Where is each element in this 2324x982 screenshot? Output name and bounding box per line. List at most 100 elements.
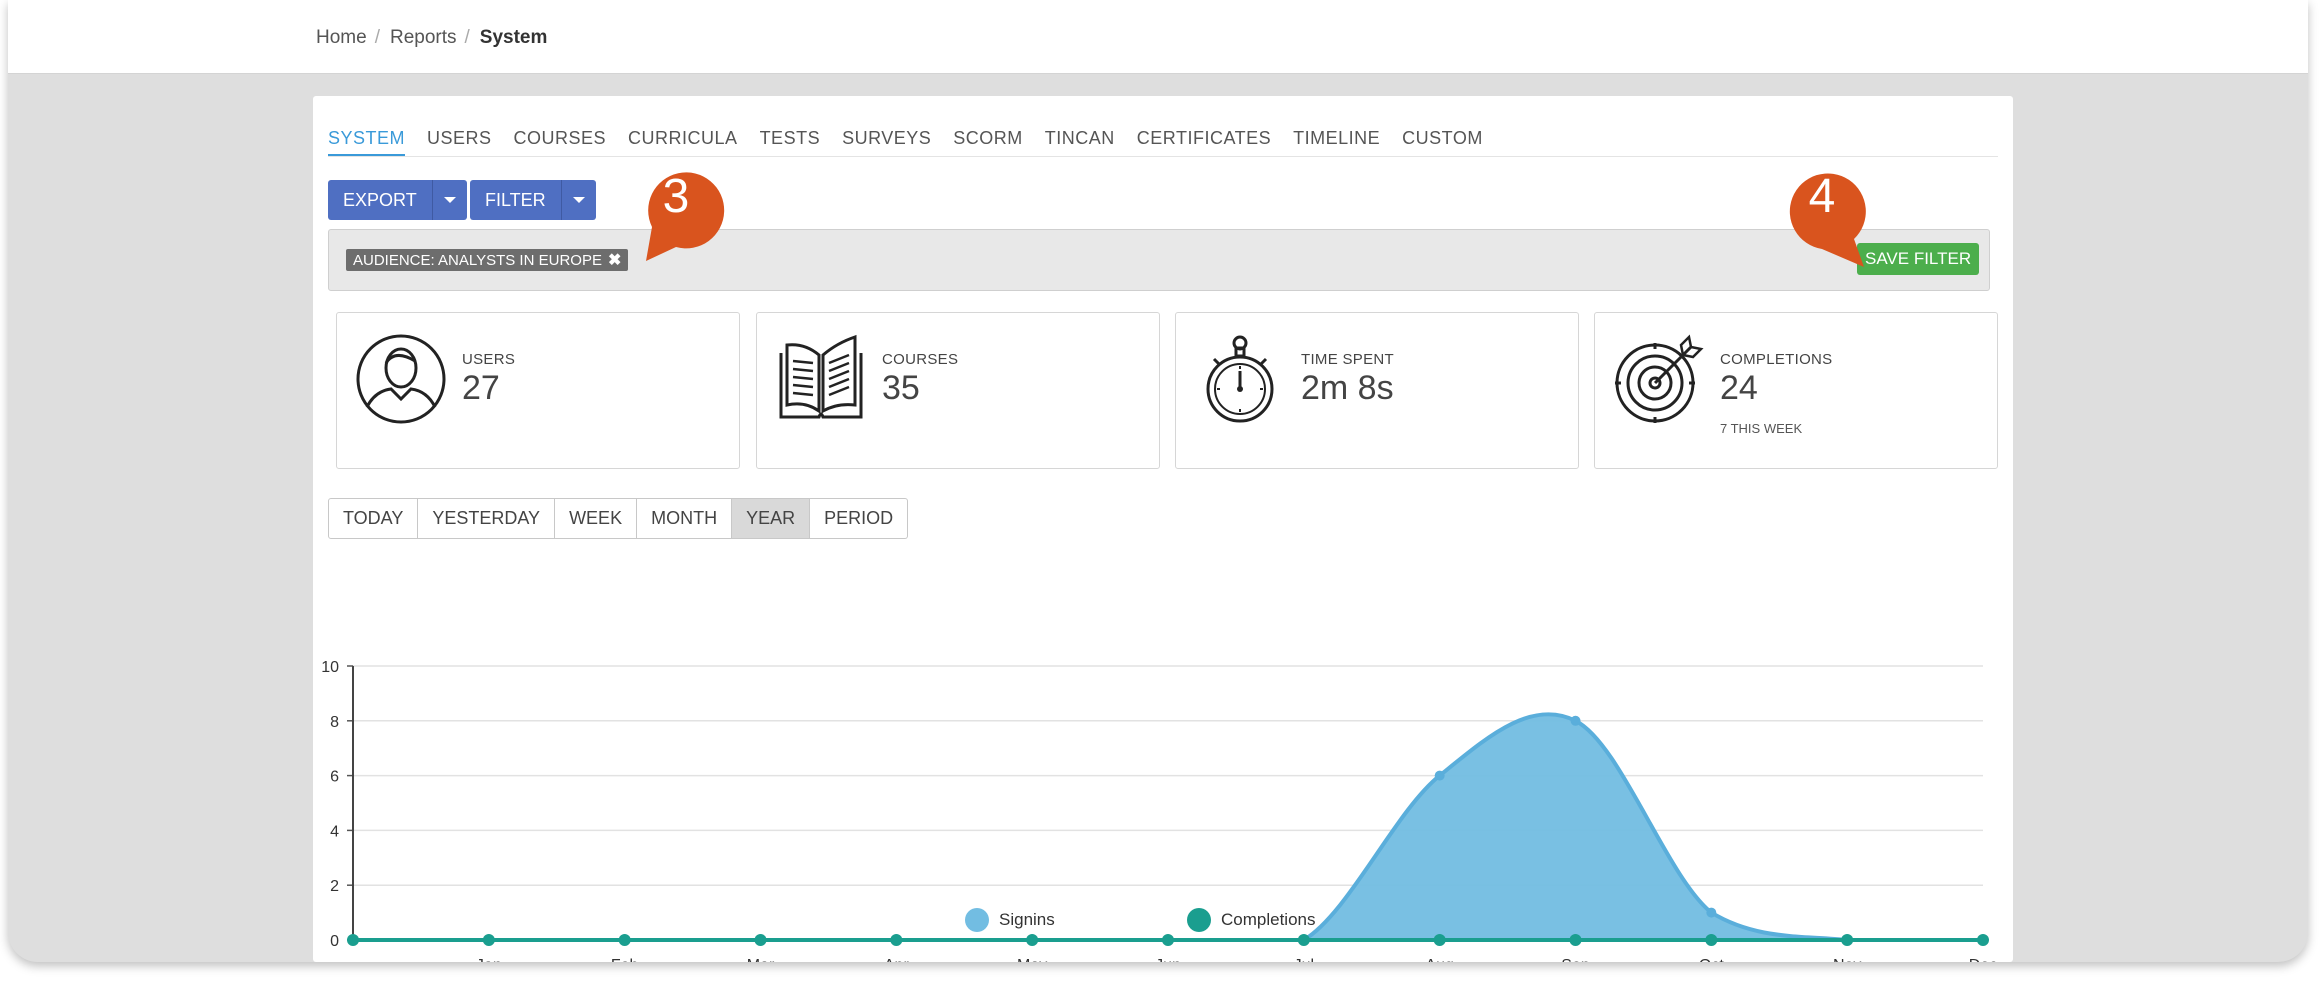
tab-scorm[interactable]: SCORM	[953, 128, 1023, 156]
signins-point	[1570, 715, 1581, 726]
signins-line	[352, 712, 1983, 942]
signins-legend-swatch	[965, 908, 989, 932]
y-tick-label: 4	[330, 823, 339, 840]
completions-point	[1977, 934, 1989, 946]
users-stat-value: 27	[462, 369, 500, 407]
breadcrumb-home[interactable]: Home	[316, 27, 367, 49]
filter-button-group: FILTER	[470, 180, 596, 220]
y-tick-label: 0	[330, 933, 339, 950]
completions-point	[1026, 934, 1039, 946]
completions-point	[1162, 934, 1174, 946]
activity-chart: 0 2 4 6 8 10 Jan Feb Mar Apr May Jun Jul Aug Sep Oct Nov…	[321, 659, 1997, 962]
export-dropdown-toggle[interactable]	[431, 180, 467, 220]
users-stat-card: USERS 27	[336, 312, 740, 469]
completions-stat-value: 24	[1720, 369, 1758, 407]
time-spent-stat-value: 2m 8s	[1301, 369, 1394, 407]
tab-system[interactable]: SYSTEM	[328, 128, 406, 156]
tab-custom[interactable]: CUSTOM	[1402, 128, 1483, 156]
book-icon	[779, 334, 863, 419]
callout-marker-4: 4	[1789, 170, 1866, 267]
callout-number-4: 4	[1809, 170, 1836, 223]
user-icon	[356, 334, 446, 424]
completions-week-note: 7 THIS WEEK	[1720, 421, 1803, 436]
completions-legend-swatch	[1187, 908, 1211, 932]
x-tick-label: Dec	[1969, 957, 1997, 962]
report-panel: SYSTEM USERS COURSES CURRICULA TESTS SUR…	[313, 96, 2013, 962]
tab-timeline[interactable]: TIMELINE	[1293, 128, 1380, 156]
completions-point	[1705, 934, 1718, 946]
tab-courses[interactable]: COURSES	[514, 128, 607, 156]
stopwatch-icon	[1206, 335, 1274, 423]
x-tick-label: Sep	[1561, 957, 1590, 962]
breadcrumb: Home / Reports / System	[316, 27, 548, 49]
completions-point	[754, 934, 767, 946]
signins-point	[1434, 770, 1445, 781]
range-week-button[interactable]: WEEK	[555, 498, 638, 539]
tab-users[interactable]: USERS	[427, 128, 492, 156]
target-icon	[1615, 334, 1704, 423]
range-today-button[interactable]: TODAY	[328, 498, 419, 539]
completions-point	[1433, 934, 1446, 946]
completions-stat-label: COMPLETIONS	[1720, 351, 1833, 368]
completions-stat-card: COMPLETIONS 24 7 THIS WEEK	[1594, 312, 1998, 469]
x-tick-label: Mar	[747, 957, 775, 962]
y-tick-label: 10	[321, 659, 339, 676]
x-tick-label: Feb	[611, 957, 639, 962]
filter-chip: AUDIENCE: ANALYSTS IN EUROPE ✖	[346, 249, 629, 271]
filter-chip-label: AUDIENCE: ANALYSTS IN EUROPE	[353, 251, 602, 269]
signins-legend-label: Signins	[999, 910, 1055, 929]
range-yesterday-button[interactable]: YESTERDAY	[418, 498, 556, 539]
signins-point	[1706, 907, 1717, 918]
tab-surveys[interactable]: SURVEYS	[842, 128, 931, 156]
y-tick-label: 6	[330, 769, 339, 786]
tab-tests[interactable]: TESTS	[760, 128, 821, 156]
x-tick-label: Apr	[884, 957, 910, 962]
completions-point	[618, 934, 631, 946]
legend-completions[interactable]: Completions	[1187, 908, 1316, 932]
tab-curricula[interactable]: CURRICULA	[628, 128, 738, 156]
filter-button[interactable]: FILTER	[470, 180, 561, 220]
range-month-button[interactable]: MONTH	[637, 498, 733, 539]
active-filters-bar: AUDIENCE: ANALYSTS IN EUROPE ✖ SAVE FILT…	[328, 229, 1990, 291]
x-tick-label: Oct	[1699, 957, 1724, 962]
report-tabs: SYSTEM USERS COURSES CURRICULA TESTS SUR…	[328, 128, 1483, 156]
export-button-group: EXPORT	[328, 180, 467, 220]
courses-stat-card: COURSES 35	[756, 312, 1160, 469]
top-bar: Home / Reports / System	[8, 0, 2308, 74]
app-frame: Home / Reports / System SYSTEM USERS COURSES…	[8, 0, 2308, 962]
completions-point	[1297, 934, 1310, 946]
completions-point	[1841, 934, 1854, 946]
callout-number-3: 3	[663, 170, 690, 223]
x-tick-label: Aug	[1425, 957, 1453, 962]
callout-marker-3: 3	[646, 170, 725, 261]
tabs-divider	[328, 156, 1998, 157]
y-tick-label: 2	[330, 878, 339, 895]
x-tick-label: Jul	[1294, 957, 1314, 962]
legend-signins[interactable]: Signins	[965, 908, 1055, 932]
filter-dropdown-toggle[interactable]	[560, 180, 596, 220]
tab-certificates[interactable]: CERTIFICATES	[1137, 128, 1271, 156]
export-button[interactable]: EXPORT	[328, 180, 432, 220]
range-year-button[interactable]: YEAR	[732, 498, 811, 539]
signins-area	[353, 714, 1983, 940]
breadcrumb-current: System	[479, 27, 548, 48]
courses-stat-label: COURSES	[882, 351, 959, 368]
x-tick-label: Jan	[476, 957, 502, 962]
completions-point	[890, 934, 903, 946]
date-range-selector: TODAY YESTERDAY WEEK MONTH YEAR PERIOD	[328, 498, 909, 539]
time-spent-stat-label: TIME SPENT	[1301, 351, 1395, 368]
completions-point	[347, 934, 359, 946]
y-tick-label: 8	[330, 714, 339, 731]
range-period-button[interactable]: PERIOD	[810, 498, 909, 539]
time-spent-stat-card: TIME SPENT 2m 8s	[1175, 312, 1579, 469]
completions-point	[1569, 934, 1582, 946]
breadcrumb-reports[interactable]: Reports	[390, 27, 457, 49]
x-tick-label: May	[1017, 957, 1047, 962]
courses-stat-value: 35	[882, 369, 920, 407]
completions-point	[482, 934, 495, 946]
caret-down-icon	[443, 197, 456, 203]
completions-legend-label: Completions	[1221, 910, 1316, 929]
caret-down-icon	[572, 197, 585, 203]
x-tick-label: Jun	[1155, 957, 1181, 962]
tab-tincan[interactable]: TINCAN	[1045, 128, 1115, 156]
